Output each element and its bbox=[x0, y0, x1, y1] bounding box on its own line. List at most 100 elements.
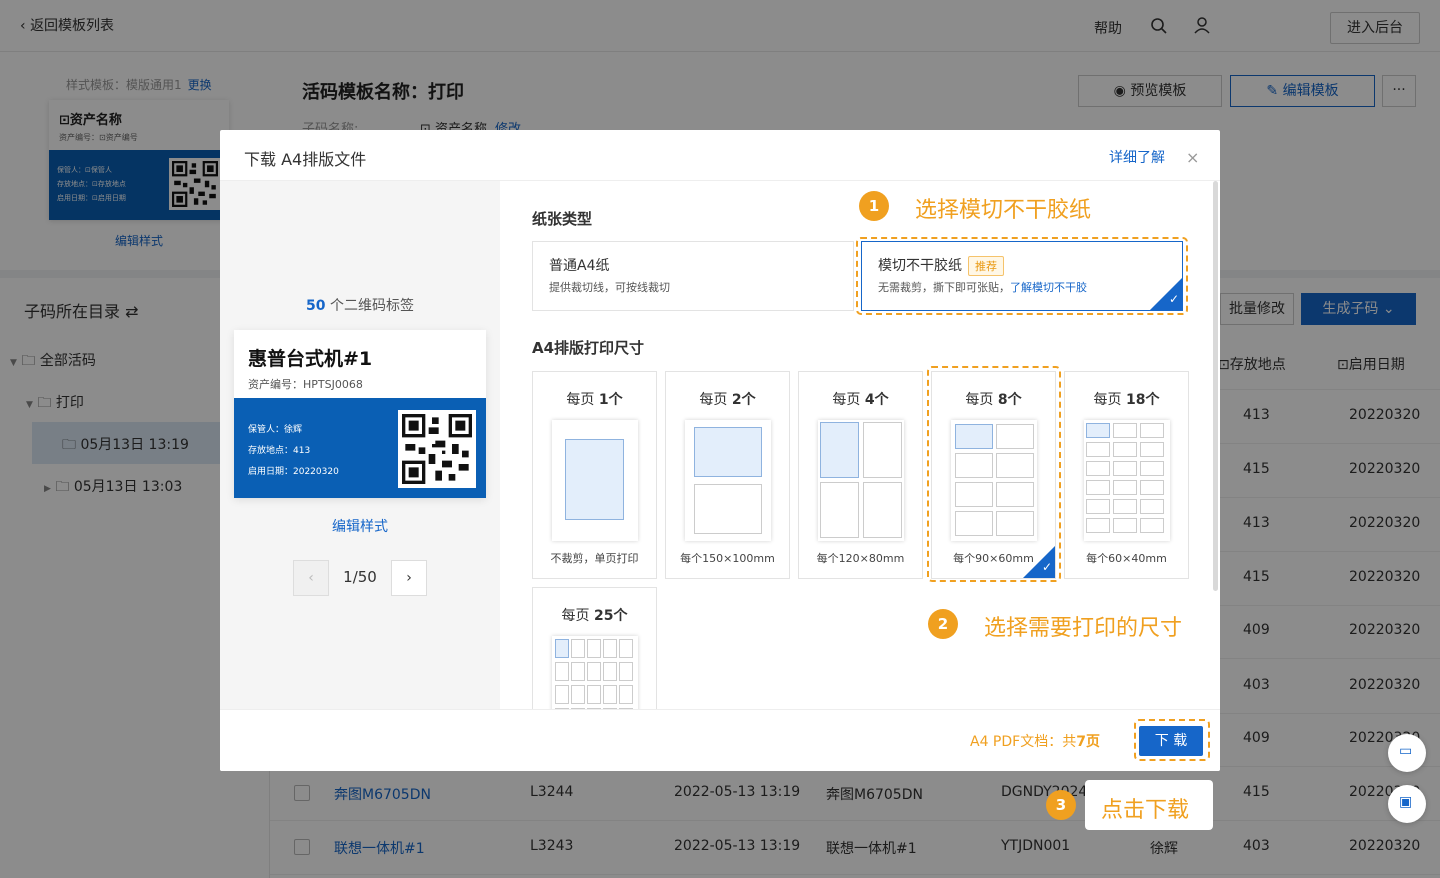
sheet-cell bbox=[1113, 423, 1137, 438]
sheet-cell bbox=[1086, 518, 1110, 533]
pdf-pages: 7页 bbox=[1076, 734, 1100, 750]
chat-fab[interactable]: ▭ bbox=[1388, 734, 1426, 772]
size-option-1[interactable]: 每页 1个 不裁剪，单页打印 bbox=[532, 371, 657, 579]
sheet-cell bbox=[1140, 518, 1164, 533]
sheet-cell bbox=[571, 639, 585, 658]
size-count: 4个 bbox=[864, 392, 889, 408]
size-option-title: 每页 2个 bbox=[666, 389, 789, 409]
download-a4-modal: 下载 A4排版文件 详细了解 × 50 个二维码标签 惠普台式机#1 资产编号：… bbox=[220, 130, 1220, 771]
page-indicator: 1/50 bbox=[343, 568, 377, 586]
sheet-cell bbox=[1086, 461, 1110, 476]
step-badge-3: 3 bbox=[1046, 790, 1076, 820]
size-option-title: 每页 4个 bbox=[799, 389, 922, 409]
size-count: 2个 bbox=[731, 392, 756, 408]
sheet-cell bbox=[820, 422, 859, 478]
sheet-cell bbox=[1086, 423, 1110, 438]
size-count: 18个 bbox=[1125, 392, 1160, 408]
size-option-caption: 每个150×100mm bbox=[680, 552, 775, 565]
card-date: 启用日期：20220320 bbox=[248, 467, 339, 477]
sheet-cell bbox=[619, 685, 633, 704]
video-fab[interactable]: ▣ bbox=[1388, 785, 1426, 823]
card-title: 惠普台式机#1 bbox=[248, 348, 373, 370]
pdf-page-info: A4 PDF文档：共7页 bbox=[970, 731, 1100, 751]
a4-sheet-preview bbox=[552, 636, 638, 709]
edit-style-link[interactable]: 编辑样式 bbox=[220, 516, 500, 536]
size-pre: 每页 bbox=[561, 608, 594, 624]
step-text-2: 选择需要打印的尺寸 bbox=[984, 616, 1183, 641]
size-count: 1个 bbox=[598, 392, 623, 408]
sheet-cell bbox=[1086, 499, 1110, 514]
next-page-button[interactable]: › bbox=[391, 560, 427, 596]
sheet-cell bbox=[1113, 480, 1137, 495]
size-option-title: 每页 25个 bbox=[533, 605, 656, 625]
sheet-cell bbox=[555, 662, 569, 681]
highlight-size bbox=[927, 366, 1061, 582]
a4-sheet-preview bbox=[685, 420, 771, 541]
sheet-cell bbox=[1140, 499, 1164, 514]
chevron-right-icon: › bbox=[406, 570, 412, 586]
size-option-title: 每页 1个 bbox=[533, 389, 656, 409]
card-asset-number: 资产编号：HPTSJ0068 bbox=[248, 378, 363, 391]
sheet-cell bbox=[555, 639, 569, 658]
sheet-cell bbox=[1140, 442, 1164, 457]
size-pre: 每页 bbox=[832, 392, 865, 408]
label-count: 50 个二维码标签 bbox=[220, 295, 500, 315]
highlight-download bbox=[1134, 719, 1210, 761]
close-icon[interactable]: × bbox=[1186, 148, 1199, 167]
step-badge-1: 1 bbox=[859, 191, 889, 221]
paper-type-title: 纸张类型 bbox=[532, 210, 593, 228]
sheet-cell bbox=[571, 685, 585, 704]
size-option-caption: 每个120×80mm bbox=[816, 552, 905, 565]
sheet-cell bbox=[694, 427, 762, 477]
sheet-cell bbox=[555, 685, 569, 704]
size-option-title: 每页 18个 bbox=[1065, 389, 1188, 409]
sheet-cell bbox=[619, 662, 633, 681]
sheet-cell bbox=[1140, 461, 1164, 476]
prev-page-button[interactable]: ‹ bbox=[293, 560, 329, 596]
sheet-cell bbox=[863, 422, 902, 478]
size-option-2[interactable]: 每页 2个 每个150×100mm bbox=[665, 371, 790, 579]
size-option-25[interactable]: 每页 25个 bbox=[532, 587, 657, 709]
paper-option-name: 普通A4纸 bbox=[549, 258, 610, 274]
card-keeper: 保管人：徐辉 bbox=[248, 425, 303, 435]
modal-header bbox=[220, 130, 1220, 181]
sheet-cell bbox=[1113, 461, 1137, 476]
modal-title: 下载 A4排版文件 bbox=[244, 150, 367, 169]
step-text-3: 点击下载 bbox=[1101, 798, 1190, 823]
paper-option-plain[interactable]: 普通A4纸 提供裁切线，可按线裁切 bbox=[532, 241, 854, 311]
chevron-left-icon: ‹ bbox=[308, 570, 314, 586]
sheet-cell bbox=[1113, 499, 1137, 514]
sheet-cell bbox=[587, 685, 601, 704]
learn-more-link[interactable]: 详细了解 bbox=[1109, 147, 1165, 167]
sheet-cell bbox=[1086, 480, 1110, 495]
size-pre: 每页 bbox=[566, 392, 599, 408]
sheet-cell bbox=[1086, 442, 1110, 457]
size-pre: 每页 bbox=[699, 392, 732, 408]
sheet-cell bbox=[1113, 518, 1137, 533]
sheet-cell bbox=[603, 662, 617, 681]
scrollbar[interactable] bbox=[1213, 181, 1218, 591]
sheet-cell bbox=[694, 484, 762, 534]
sheet-cell bbox=[587, 639, 601, 658]
step-text-1: 选择模切不干胶纸 bbox=[915, 198, 1092, 223]
step-badge-2: 2 bbox=[928, 609, 958, 639]
chat-icon: ▭ bbox=[1399, 743, 1413, 759]
sheet-cell bbox=[603, 639, 617, 658]
sheet-cell bbox=[1140, 480, 1164, 495]
sheet-cell bbox=[1140, 423, 1164, 438]
size-option-18[interactable]: 每页 18个 每个60×40mm bbox=[1064, 371, 1189, 579]
label-count-number: 50 bbox=[306, 298, 326, 314]
size-option-caption: 每个60×40mm bbox=[1086, 552, 1167, 565]
sheet-cell bbox=[619, 639, 633, 658]
sheet-cell bbox=[587, 662, 601, 681]
sheet-cell bbox=[571, 662, 585, 681]
sheet-cell bbox=[603, 685, 617, 704]
a4-sheet-preview bbox=[1084, 420, 1170, 541]
play-icon: ▣ bbox=[1399, 794, 1413, 810]
size-option-4[interactable]: 每页 4个 每个120×80mm bbox=[798, 371, 923, 579]
sheet-cell bbox=[1113, 442, 1137, 457]
label-preview-card: 惠普台式机#1 资产编号：HPTSJ0068 保管人：徐辉 存放地点：413 启… bbox=[234, 330, 486, 498]
a4-sheet-preview bbox=[552, 420, 638, 541]
size-pre: 每页 bbox=[1093, 392, 1126, 408]
size-title: A4排版打印尺寸 bbox=[532, 339, 645, 357]
